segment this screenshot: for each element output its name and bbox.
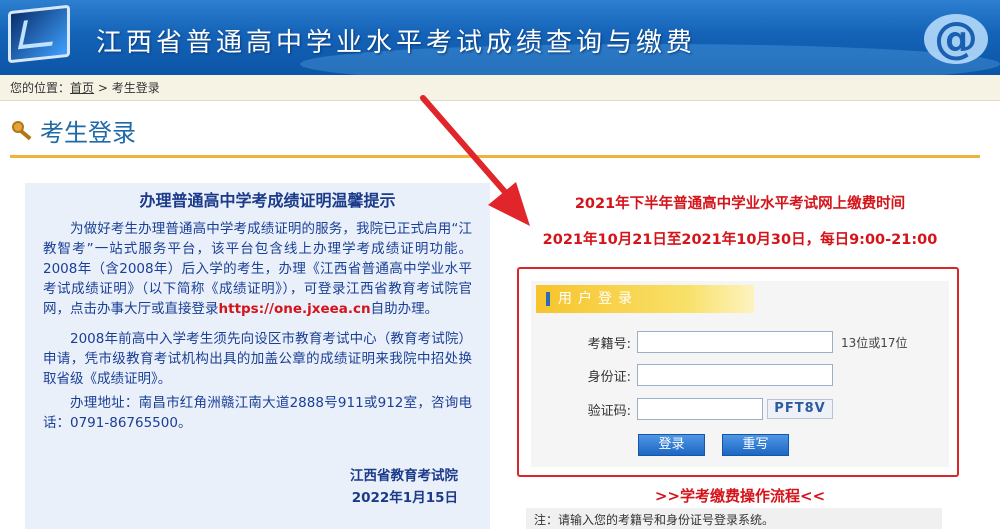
captcha-label: 验证码:: [587, 403, 631, 419]
exam-no-label: 考籍号:: [587, 336, 631, 352]
notice-title: 办理普通高中学考成绩证明温馨提示: [139, 191, 396, 210]
id-label: 身份证:: [587, 369, 631, 385]
login-button[interactable]: 登录: [638, 434, 705, 456]
page-heading: 考生登录: [12, 112, 136, 148]
fee-time-notice: 2021年下半年普通高中学业水平考试网上缴费时间 2021年10月21日至202…: [520, 186, 960, 258]
exam-no-row: 考籍号: 13位或17位: [567, 331, 908, 353]
notice-panel: 办理普通高中学考成绩证明温馨提示 为做好考生办理普通高中学考成绩证明的服务，我院…: [25, 183, 490, 529]
login-tab: 用户登录: [536, 285, 754, 313]
notice-paragraph-2: 2008年前高中入学考生须先向设区市教育考试中心（教育考试院）申请，凭市级教育考…: [43, 331, 472, 387]
breadcrumb-separator: >: [94, 81, 112, 95]
breadcrumb-current: 考生登录: [111, 81, 160, 95]
breadcrumb-home-link[interactable]: 首页: [70, 81, 94, 95]
exam-no-input[interactable]: [637, 331, 833, 353]
signature-org: 江西省教育考试院: [350, 468, 458, 484]
exam-no-hint: 13位或17位: [841, 335, 908, 350]
key-icon: [12, 119, 34, 141]
breadcrumb-prefix: 您的位置：: [10, 81, 71, 95]
login-note: 注：请输入您的考籍号和身份证号登录系统。: [526, 508, 942, 529]
id-row: 身份证:: [567, 364, 833, 386]
monitor-icon: [8, 4, 70, 64]
fee-flow-link[interactable]: >>学考缴费操作流程<<: [520, 485, 960, 506]
reset-button[interactable]: 重写: [722, 434, 789, 456]
captcha-row: 验证码: PFT8V: [567, 398, 833, 420]
login-tab-label: 用户登录: [558, 291, 638, 307]
tab-marker-icon: [546, 292, 550, 306]
fee-notice-line-2: 2021年10月21日至2021年10月30日，每日9:00-21:00: [542, 232, 938, 248]
jxeea-link[interactable]: https://one.jxeea.cn: [219, 301, 371, 317]
at-sign-icon: @: [924, 14, 988, 64]
header-banner: 江西省普通高中学业水平考试成绩查询与缴费 @: [0, 0, 1000, 75]
captcha-image[interactable]: PFT8V: [767, 399, 833, 419]
breadcrumb: 您的位置：首页 > 考生登录: [0, 75, 1000, 101]
heading-divider: [10, 155, 980, 158]
page-title: 考生登录: [40, 118, 136, 147]
captcha-input[interactable]: [637, 398, 763, 420]
notice-signature: 江西省教育考试院 2022年1月15日: [43, 465, 472, 509]
notice-paragraph-1: 为做好考生办理普通高中学考成绩证明的服务，我院已正式启用“江教智考”一站式服务平…: [43, 221, 472, 317]
id-input[interactable]: [637, 364, 833, 386]
notice-paragraph-3: 办理地址：南昌市红角洲赣江南大道2888号911或912室，咨询电话：0791-…: [43, 395, 472, 431]
fee-notice-line-1: 2021年下半年普通高中学业水平考试网上缴费时间: [574, 196, 906, 212]
site-title: 江西省普通高中学业水平考试成绩查询与缴费: [96, 28, 697, 58]
signature-date: 2022年1月15日: [351, 490, 458, 506]
